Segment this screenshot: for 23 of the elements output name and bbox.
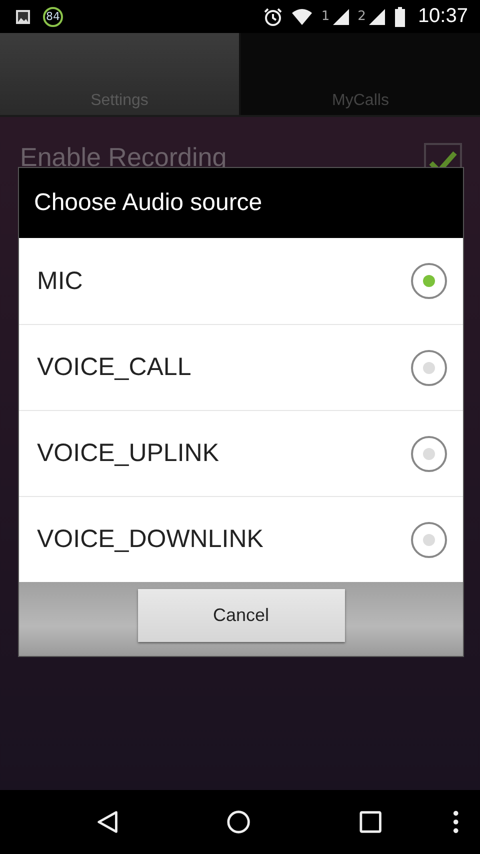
notification-badge: 84 [43, 6, 63, 26]
option-row[interactable]: VOICE_CALL [19, 324, 463, 410]
alarm-icon [263, 6, 284, 26]
clock: 10:37 [418, 5, 468, 28]
sim-label: 1 [321, 9, 330, 24]
dialog-title: Choose Audio source [19, 168, 463, 238]
option-row[interactable]: MIC [19, 238, 463, 324]
home-icon[interactable] [226, 809, 252, 835]
wifi-icon [291, 8, 314, 26]
radio-button[interactable] [411, 436, 447, 472]
signal-icon [368, 8, 386, 26]
radio-button[interactable] [411, 522, 447, 558]
back-icon[interactable] [95, 809, 120, 835]
cancel-button[interactable]: Cancel [138, 589, 344, 642]
option-row[interactable]: VOICE_UPLINK [19, 410, 463, 496]
more-icon[interactable] [452, 809, 460, 835]
recents-icon[interactable] [359, 810, 382, 834]
image-icon [15, 8, 31, 24]
sim-label: 2 [358, 9, 366, 24]
radio-button[interactable] [411, 263, 447, 299]
radio-button[interactable] [411, 350, 447, 386]
battery-icon [394, 6, 406, 26]
signal-icon [332, 8, 350, 26]
